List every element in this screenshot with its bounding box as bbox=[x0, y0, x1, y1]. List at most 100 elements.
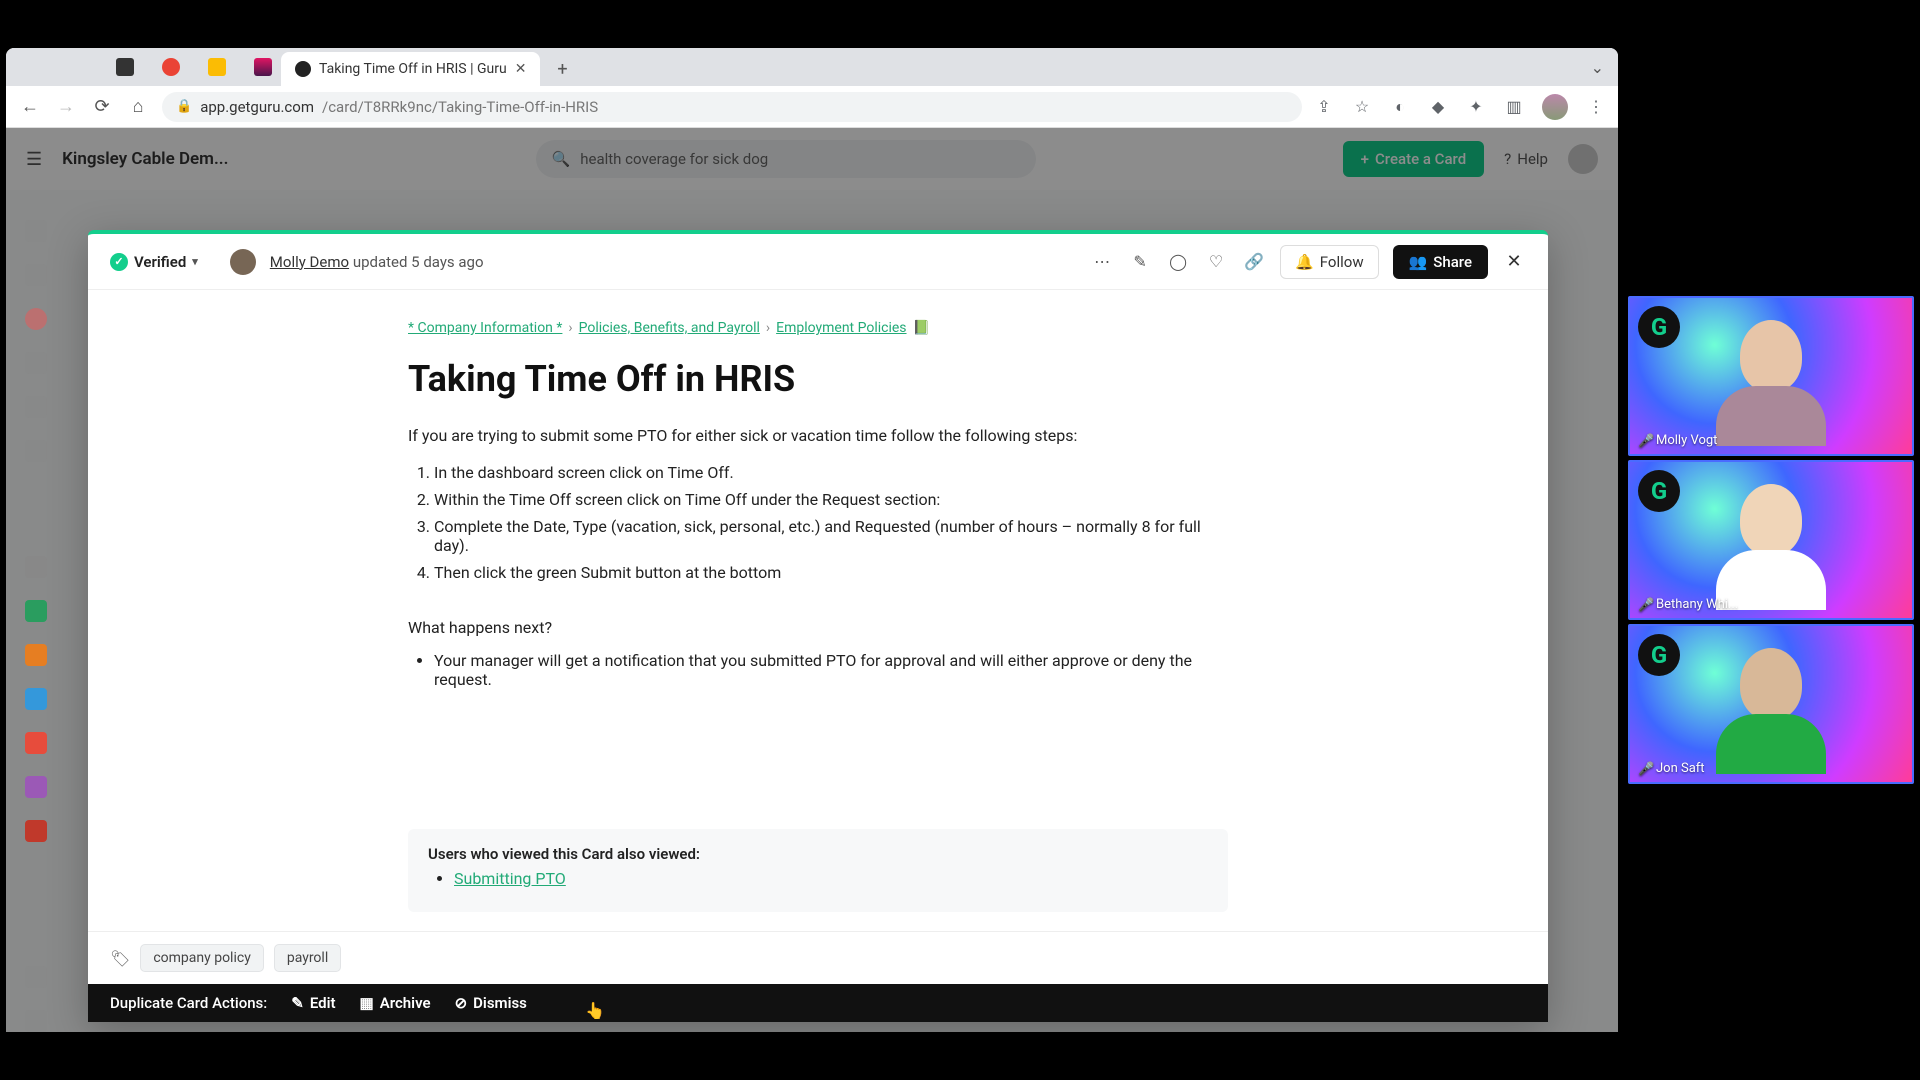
related-heading: Users who viewed this Card also viewed: bbox=[428, 845, 1208, 863]
rail-analytics-icon[interactable] bbox=[25, 352, 47, 374]
close-icon[interactable]: ✕ bbox=[1502, 251, 1526, 272]
rail-collection-icon[interactable] bbox=[25, 600, 47, 622]
step-item: In the dashboard screen click on Time Of… bbox=[434, 463, 1228, 482]
extension-icon[interactable]: ◆ bbox=[1428, 97, 1448, 117]
rail-settings-icon[interactable] bbox=[25, 396, 47, 418]
rail-collection-icon[interactable] bbox=[25, 776, 47, 798]
left-rail bbox=[6, 190, 66, 1032]
related-item: Submitting PTO bbox=[454, 869, 1208, 888]
intro-text: If you are trying to submit some PTO for… bbox=[408, 426, 1228, 445]
guru-logo-icon: G bbox=[1638, 470, 1680, 512]
rail-collection-icon[interactable] bbox=[25, 732, 47, 754]
chevron-down-icon[interactable]: ⌄ bbox=[1591, 58, 1604, 77]
pinned-tab-icon[interactable] bbox=[208, 58, 226, 76]
share-icon[interactable]: ⇪ bbox=[1314, 97, 1334, 117]
reload-button[interactable]: ⟳ bbox=[90, 96, 114, 117]
edit-button[interactable]: ✎ Edit bbox=[291, 994, 335, 1012]
tags-row: 🏷 company policy payroll bbox=[88, 931, 1548, 984]
rail-home-icon[interactable] bbox=[25, 220, 47, 242]
folder-emoji-icon: 📗 bbox=[913, 320, 930, 336]
browser-actions: ⇪ ☆ ◐ ◆ ✦ ▥ ⋮ bbox=[1314, 94, 1606, 120]
video-call-overlay: G 🎤Molly Vogt G 🎤Bethany Whi... G 🎤Jon S… bbox=[1628, 296, 1914, 784]
share-icon: 👥 bbox=[1409, 253, 1428, 271]
dismiss-button[interactable]: ⊘ Dismiss bbox=[455, 994, 527, 1012]
url-host: app.getguru.com bbox=[200, 98, 314, 116]
address-bar[interactable]: 🔒 app.getguru.com/card/T8RRk9nc/Taking-T… bbox=[162, 92, 1302, 122]
author-avatar[interactable] bbox=[230, 249, 256, 275]
chevron-down-icon: ▾ bbox=[192, 255, 198, 268]
tag-pill[interactable]: company policy bbox=[140, 944, 264, 972]
verified-badge[interactable]: ✓ Verified ▾ bbox=[110, 253, 198, 271]
url-path: /card/T8RRk9nc/Taking-Time-Off-in-HRIS bbox=[322, 98, 598, 116]
new-tab-button[interactable]: + bbox=[548, 55, 576, 83]
browser-toolbar: ← → ⟳ ⌂ 🔒 app.getguru.com/card/T8RRk9nc/… bbox=[6, 86, 1618, 128]
steps-list: In the dashboard screen click on Time Of… bbox=[408, 463, 1228, 582]
archive-icon: ▦ bbox=[360, 994, 374, 1012]
rail-admin-icon[interactable] bbox=[25, 1010, 47, 1032]
star-icon[interactable]: ☆ bbox=[1352, 97, 1372, 117]
updated-text: updated 5 days ago bbox=[353, 253, 484, 271]
rail-bookmark-icon[interactable] bbox=[25, 264, 47, 286]
close-tab-icon[interactable]: ✕ bbox=[515, 61, 527, 77]
follow-button[interactable]: 🔔 Follow bbox=[1280, 245, 1379, 279]
more-icon[interactable]: ⋯ bbox=[1090, 250, 1114, 274]
pinned-tab-icon[interactable] bbox=[162, 58, 180, 76]
next-list: Your manager will get a notification tha… bbox=[408, 651, 1228, 689]
link-icon[interactable]: 🔗 bbox=[1242, 250, 1266, 274]
card-modal: ✓ Verified ▾ Molly Demo updated 5 days a… bbox=[88, 230, 1548, 1022]
check-icon: ✓ bbox=[110, 253, 128, 271]
tag-pill[interactable]: payroll bbox=[274, 944, 341, 972]
rail-collection-icon[interactable] bbox=[25, 688, 47, 710]
video-tile[interactable]: G 🎤Jon Saft bbox=[1628, 624, 1914, 784]
mic-icon: 🎤 bbox=[1638, 598, 1652, 612]
profile-avatar[interactable] bbox=[1542, 94, 1568, 120]
next-heading: What happens next? bbox=[408, 618, 1228, 637]
step-item: Complete the Date, Type (vacation, sick,… bbox=[434, 517, 1228, 555]
extensions-icon[interactable]: ✦ bbox=[1466, 97, 1486, 117]
archive-button[interactable]: ▦ Archive bbox=[360, 994, 431, 1012]
tab-title: Taking Time Off in HRIS | Guru bbox=[319, 61, 507, 77]
share-button[interactable]: 👥 Share bbox=[1393, 245, 1488, 279]
author-name[interactable]: Molly Demo bbox=[270, 253, 349, 271]
dup-label: Duplicate Card Actions: bbox=[110, 994, 267, 1012]
back-button[interactable]: ← bbox=[18, 96, 42, 117]
step-item: Within the Time Off screen click on Time… bbox=[434, 490, 1228, 509]
edit-icon[interactable]: ✎ bbox=[1128, 250, 1152, 274]
menu-icon[interactable]: ⋮ bbox=[1586, 97, 1606, 117]
card-header: ✓ Verified ▾ Molly Demo updated 5 days a… bbox=[88, 234, 1548, 290]
home-button[interactable]: ⌂ bbox=[126, 96, 150, 117]
video-tile[interactable]: G 🎤Molly Vogt bbox=[1628, 296, 1914, 456]
rail-collection-icon[interactable] bbox=[25, 644, 47, 666]
extension-icon[interactable]: ◐ bbox=[1390, 97, 1410, 117]
participant-label: 🎤Molly Vogt bbox=[1638, 433, 1717, 448]
browser-tab-strip: Taking Time Off in HRIS | Guru ✕ + ⌄ bbox=[6, 48, 1618, 86]
pinned-tab-icon[interactable] bbox=[116, 58, 134, 76]
breadcrumb-item[interactable]: Policies, Benefits, and Payroll bbox=[579, 320, 760, 336]
rail-notif-icon[interactable] bbox=[25, 308, 47, 330]
card-body: * Company Information * › Policies, Bene… bbox=[88, 290, 1548, 931]
pencil-icon: ✎ bbox=[291, 994, 304, 1012]
browser-tab-active[interactable]: Taking Time Off in HRIS | Guru ✕ bbox=[281, 52, 540, 86]
related-link[interactable]: Submitting PTO bbox=[454, 869, 566, 888]
dismiss-icon: ⊘ bbox=[455, 994, 468, 1012]
breadcrumb: * Company Information * › Policies, Bene… bbox=[408, 320, 1228, 336]
rail-collection-icon[interactable] bbox=[25, 820, 47, 842]
pinned-tabs bbox=[116, 58, 272, 76]
bell-icon: 🔔 bbox=[1295, 253, 1314, 271]
video-tile[interactable]: G 🎤Bethany Whi... bbox=[1628, 460, 1914, 620]
breadcrumb-item[interactable]: Employment Policies bbox=[776, 320, 906, 336]
rail-item-icon[interactable] bbox=[25, 440, 47, 462]
panel-icon[interactable]: ▥ bbox=[1504, 97, 1524, 117]
mic-icon: 🎤 bbox=[1638, 762, 1652, 776]
pinned-tab-icon[interactable] bbox=[254, 58, 272, 76]
cursor-icon: 👆 bbox=[585, 1001, 605, 1020]
heart-icon[interactable]: ♡ bbox=[1204, 250, 1228, 274]
forward-button[interactable]: → bbox=[54, 96, 78, 117]
rail-collection-icon[interactable] bbox=[25, 556, 47, 578]
card-title: Taking Time Off in HRIS bbox=[408, 358, 1228, 400]
duplicate-actions-bar: Duplicate Card Actions: ✎ Edit ▦ Archive… bbox=[88, 984, 1548, 1022]
rail-people-icon[interactable] bbox=[25, 966, 47, 988]
author-line: Molly Demo updated 5 days ago bbox=[270, 253, 484, 271]
breadcrumb-item[interactable]: * Company Information * bbox=[408, 320, 562, 336]
comment-icon[interactable]: ◯ bbox=[1166, 250, 1190, 274]
